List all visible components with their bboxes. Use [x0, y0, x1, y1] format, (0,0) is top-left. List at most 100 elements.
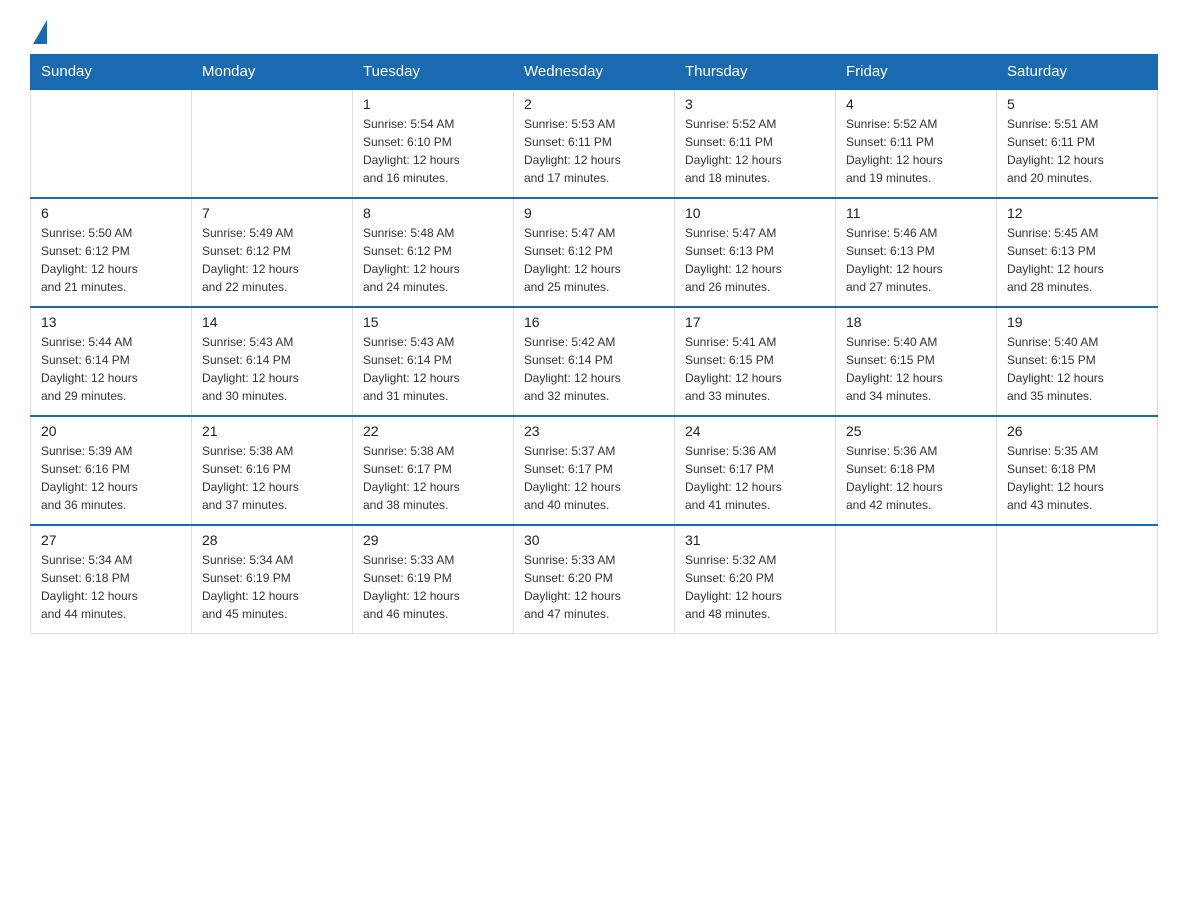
day-number: 24	[685, 423, 825, 439]
calendar-cell	[31, 89, 192, 198]
day-info: Sunrise: 5:44 AM Sunset: 6:14 PM Dayligh…	[41, 333, 181, 405]
day-info: Sunrise: 5:34 AM Sunset: 6:18 PM Dayligh…	[41, 551, 181, 623]
day-number: 1	[363, 96, 503, 112]
day-number: 19	[1007, 314, 1147, 330]
calendar-cell: 22 Sunrise: 5:38 AM Sunset: 6:17 PM Dayli…	[353, 416, 514, 525]
day-info: Sunrise: 5:43 AM Sunset: 6:14 PM Dayligh…	[202, 333, 342, 405]
day-number: 31	[685, 532, 825, 548]
day-number: 7	[202, 205, 342, 221]
day-number: 20	[41, 423, 181, 439]
day-info: Sunrise: 5:47 AM Sunset: 6:12 PM Dayligh…	[524, 224, 664, 296]
week-row-1: 1 Sunrise: 5:54 AM Sunset: 6:10 PM Daylig…	[31, 89, 1158, 198]
day-number: 14	[202, 314, 342, 330]
calendar-cell: 29 Sunrise: 5:33 AM Sunset: 6:19 PM Dayli…	[353, 525, 514, 634]
day-number: 10	[685, 205, 825, 221]
calendar-cell: 21Sunrise: 5:38 AM Sunset: 6:16 PM Dayli…	[192, 416, 353, 525]
day-info: Sunrise: 5:48 AM Sunset: 6:12 PM Dayligh…	[363, 224, 503, 296]
day-info: Sunrise: 5:43 AM Sunset: 6:14 PM Dayligh…	[363, 333, 503, 405]
day-number: 6	[41, 205, 181, 221]
calendar-cell: 2 Sunrise: 5:53 AM Sunset: 6:11 PM Daylig…	[514, 89, 675, 198]
calendar-cell: 11 Sunrise: 5:46 AM Sunset: 6:13 PM Dayli…	[836, 198, 997, 307]
day-info: Sunrise: 5:46 AM Sunset: 6:13 PM Dayligh…	[846, 224, 986, 296]
week-row-3: 13 Sunrise: 5:44 AM Sunset: 6:14 PM Dayli…	[31, 307, 1158, 416]
calendar-cell: 15 Sunrise: 5:43 AM Sunset: 6:14 PM Dayli…	[353, 307, 514, 416]
day-number: 9	[524, 205, 664, 221]
calendar-cell: 23 Sunrise: 5:37 AM Sunset: 6:17 PM Dayli…	[514, 416, 675, 525]
page-header	[30, 20, 1158, 44]
day-number: 18	[846, 314, 986, 330]
day-info: Sunrise: 5:51 AM Sunset: 6:11 PM Dayligh…	[1007, 115, 1147, 187]
day-info: Sunrise: 5:42 AM Sunset: 6:14 PM Dayligh…	[524, 333, 664, 405]
calendar-cell: 6 Sunrise: 5:50 AM Sunset: 6:12 PM Daylig…	[31, 198, 192, 307]
calendar-cell: 17 Sunrise: 5:41 AM Sunset: 6:15 PM Dayli…	[675, 307, 836, 416]
weekday-header-saturday: Saturday	[997, 55, 1158, 90]
calendar-cell: 7 Sunrise: 5:49 AM Sunset: 6:12 PM Daylig…	[192, 198, 353, 307]
day-number: 29	[363, 532, 503, 548]
day-number: 28	[202, 532, 342, 548]
day-number: 15	[363, 314, 503, 330]
calendar-cell: 20 Sunrise: 5:39 AM Sunset: 6:16 PM Dayli…	[31, 416, 192, 525]
weekday-header-friday: Friday	[836, 55, 997, 90]
weekday-header-row: SundayMondayTuesdayWednesdayThursdayFrid…	[31, 55, 1158, 90]
day-info: Sunrise: 5:52 AM Sunset: 6:11 PM Dayligh…	[685, 115, 825, 187]
day-info: Sunrise: 5:36 AM Sunset: 6:18 PM Dayligh…	[846, 442, 986, 514]
day-info: Sunrise: 5:37 AM Sunset: 6:17 PM Dayligh…	[524, 442, 664, 514]
calendar-cell	[997, 525, 1158, 634]
day-number: 2	[524, 96, 664, 112]
calendar-cell: 10Sunrise: 5:47 AM Sunset: 6:13 PM Dayli…	[675, 198, 836, 307]
calendar-cell: 28 Sunrise: 5:34 AM Sunset: 6:19 PM Dayli…	[192, 525, 353, 634]
calendar-cell: 3Sunrise: 5:52 AM Sunset: 6:11 PM Daylig…	[675, 89, 836, 198]
day-number: 16	[524, 314, 664, 330]
day-info: Sunrise: 5:41 AM Sunset: 6:15 PM Dayligh…	[685, 333, 825, 405]
day-number: 26	[1007, 423, 1147, 439]
day-info: Sunrise: 5:49 AM Sunset: 6:12 PM Dayligh…	[202, 224, 342, 296]
calendar-cell: 12 Sunrise: 5:45 AM Sunset: 6:13 PM Dayli…	[997, 198, 1158, 307]
calendar-cell: 14 Sunrise: 5:43 AM Sunset: 6:14 PM Dayli…	[192, 307, 353, 416]
day-number: 13	[41, 314, 181, 330]
calendar-cell: 5 Sunrise: 5:51 AM Sunset: 6:11 PM Daylig…	[997, 89, 1158, 198]
weekday-header-wednesday: Wednesday	[514, 55, 675, 90]
calendar-table: SundayMondayTuesdayWednesdayThursdayFrid…	[30, 54, 1158, 634]
calendar-cell: 24 Sunrise: 5:36 AM Sunset: 6:17 PM Dayli…	[675, 416, 836, 525]
weekday-header-tuesday: Tuesday	[353, 55, 514, 90]
calendar-cell: 8Sunrise: 5:48 AM Sunset: 6:12 PM Daylig…	[353, 198, 514, 307]
calendar-cell: 25 Sunrise: 5:36 AM Sunset: 6:18 PM Dayli…	[836, 416, 997, 525]
calendar-cell: 1 Sunrise: 5:54 AM Sunset: 6:10 PM Daylig…	[353, 89, 514, 198]
day-info: Sunrise: 5:39 AM Sunset: 6:16 PM Dayligh…	[41, 442, 181, 514]
calendar-cell: 4Sunrise: 5:52 AM Sunset: 6:11 PM Daylig…	[836, 89, 997, 198]
day-info: Sunrise: 5:54 AM Sunset: 6:10 PM Dayligh…	[363, 115, 503, 187]
calendar-cell: 16 Sunrise: 5:42 AM Sunset: 6:14 PM Dayli…	[514, 307, 675, 416]
calendar-cell	[192, 89, 353, 198]
calendar-cell: 18 Sunrise: 5:40 AM Sunset: 6:15 PM Dayli…	[836, 307, 997, 416]
day-info: Sunrise: 5:34 AM Sunset: 6:19 PM Dayligh…	[202, 551, 342, 623]
weekday-header-thursday: Thursday	[675, 55, 836, 90]
day-info: Sunrise: 5:45 AM Sunset: 6:13 PM Dayligh…	[1007, 224, 1147, 296]
day-number: 11	[846, 205, 986, 221]
day-number: 17	[685, 314, 825, 330]
day-info: Sunrise: 5:53 AM Sunset: 6:11 PM Dayligh…	[524, 115, 664, 187]
day-number: 12	[1007, 205, 1147, 221]
day-info: Sunrise: 5:40 AM Sunset: 6:15 PM Dayligh…	[846, 333, 986, 405]
day-info: Sunrise: 5:50 AM Sunset: 6:12 PM Dayligh…	[41, 224, 181, 296]
day-number: 4	[846, 96, 986, 112]
logo-triangle-icon	[33, 20, 47, 44]
day-info: Sunrise: 5:35 AM Sunset: 6:18 PM Dayligh…	[1007, 442, 1147, 514]
calendar-cell: 19 Sunrise: 5:40 AM Sunset: 6:15 PM Dayli…	[997, 307, 1158, 416]
day-info: Sunrise: 5:38 AM Sunset: 6:17 PM Dayligh…	[363, 442, 503, 514]
day-number: 23	[524, 423, 664, 439]
calendar-cell: 27 Sunrise: 5:34 AM Sunset: 6:18 PM Dayli…	[31, 525, 192, 634]
week-row-5: 27 Sunrise: 5:34 AM Sunset: 6:18 PM Dayli…	[31, 525, 1158, 634]
day-info: Sunrise: 5:33 AM Sunset: 6:19 PM Dayligh…	[363, 551, 503, 623]
day-info: Sunrise: 5:40 AM Sunset: 6:15 PM Dayligh…	[1007, 333, 1147, 405]
day-number: 27	[41, 532, 181, 548]
week-row-2: 6 Sunrise: 5:50 AM Sunset: 6:12 PM Daylig…	[31, 198, 1158, 307]
calendar-cell: 31Sunrise: 5:32 AM Sunset: 6:20 PM Dayli…	[675, 525, 836, 634]
calendar-cell: 13 Sunrise: 5:44 AM Sunset: 6:14 PM Dayli…	[31, 307, 192, 416]
day-number: 5	[1007, 96, 1147, 112]
day-number: 22	[363, 423, 503, 439]
day-info: Sunrise: 5:36 AM Sunset: 6:17 PM Dayligh…	[685, 442, 825, 514]
calendar-cell: 30Sunrise: 5:33 AM Sunset: 6:20 PM Dayli…	[514, 525, 675, 634]
week-row-4: 20 Sunrise: 5:39 AM Sunset: 6:16 PM Dayli…	[31, 416, 1158, 525]
calendar-cell: 26 Sunrise: 5:35 AM Sunset: 6:18 PM Dayli…	[997, 416, 1158, 525]
day-number: 25	[846, 423, 986, 439]
